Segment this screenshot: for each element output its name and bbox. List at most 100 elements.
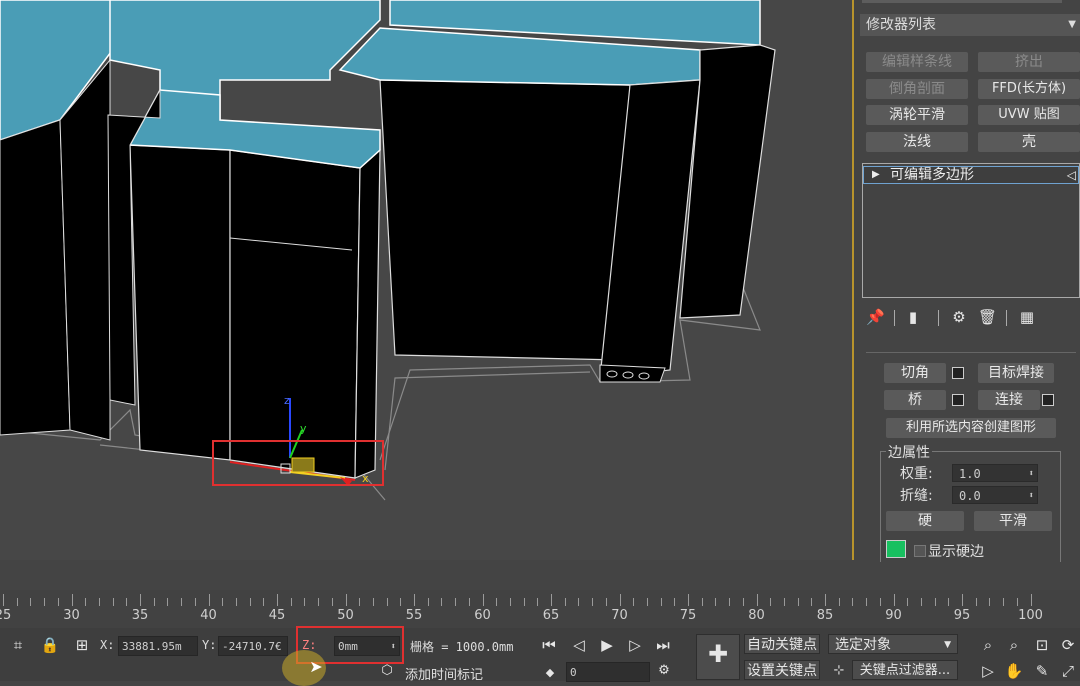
edit-spline-button[interactable]: 编辑样条线 — [866, 52, 968, 72]
perspective-viewport[interactable]: z y x — [0, 0, 854, 560]
weight-spinner[interactable]: 1.0 ⬍ — [952, 464, 1038, 482]
configure-sets-icon[interactable]: ▦ — [1018, 308, 1036, 326]
key-filter-icon[interactable]: ⊹ — [828, 662, 850, 680]
timeline-tick — [633, 598, 635, 606]
selected-object-dropdown[interactable]: 选定对象 ▼ — [828, 634, 958, 654]
hard-button[interactable]: 硬 — [886, 511, 964, 531]
x-coordinate-field[interactable]: 33881.95m — [118, 636, 198, 656]
triangle-left-icon: ◁ — [1066, 168, 1076, 182]
timeline-tick-label: 100 — [1018, 608, 1043, 623]
bevel-profile-button[interactable]: 倒角剖面 — [866, 79, 968, 99]
timeline-tick — [989, 598, 991, 606]
timeline-tick — [797, 598, 799, 606]
timeline-tick — [523, 598, 525, 606]
set-key-button[interactable]: 设置关键点 — [744, 660, 820, 680]
y-label: Y: — [202, 638, 217, 652]
bridge-settings-button[interactable] — [952, 394, 964, 406]
crease-spinner[interactable]: 0.0 ⬍ — [952, 486, 1038, 504]
time-tag-icon[interactable]: ⬡ — [378, 662, 396, 680]
lock-icon[interactable]: 🔒 — [40, 636, 60, 654]
go-to-start-icon[interactable]: ⏮ — [538, 636, 560, 654]
timeline-tick — [290, 598, 292, 606]
expand-arrow-icon[interactable]: ▶ — [872, 167, 880, 183]
maximize-viewport-icon[interactable]: ⤢ — [1058, 662, 1078, 680]
connect-button[interactable]: 连接 — [978, 390, 1040, 410]
go-to-end-icon[interactable]: ⏭ — [652, 636, 674, 654]
gizmo-z-label: z — [284, 394, 290, 407]
modifier-stack[interactable]: ▶ 可编辑多边形 ◁ — [862, 163, 1080, 298]
set-key-big-button[interactable]: ✚ — [696, 634, 740, 680]
modifier-list-dropdown[interactable]: 修改器列表 ▼ — [860, 14, 1080, 36]
target-weld-button[interactable]: 目标焊接 — [978, 363, 1054, 383]
pan-hand-icon[interactable]: ✋ — [1004, 662, 1024, 680]
hard-edge-color-swatch[interactable] — [886, 540, 906, 558]
timeline-tick-label: 70 — [611, 608, 628, 623]
create-shape-button[interactable]: 利用所选内容创建图形 — [886, 418, 1056, 438]
timeline-tick — [140, 594, 141, 606]
play-icon[interactable]: ▶ — [596, 636, 618, 654]
shell-button[interactable]: 壳 — [978, 132, 1080, 152]
smooth-button[interactable]: 平滑 — [974, 511, 1052, 531]
y-coordinate-field[interactable]: -24710.7€ — [218, 636, 288, 656]
bridge-button[interactable]: 桥 — [884, 390, 946, 410]
uvw-map-button[interactable]: UVW 贴图 — [978, 105, 1080, 125]
weight-value: 1.0 — [959, 467, 981, 481]
make-unique-icon[interactable]: ⚙ — [950, 308, 968, 326]
zoom-all-icon[interactable]: ⌕ — [1004, 636, 1024, 654]
previous-frame-icon[interactable]: ◁ — [568, 636, 590, 654]
timeline-tick — [948, 598, 950, 606]
timeline-tick — [838, 598, 840, 606]
building-top-center — [109, 0, 381, 121]
turbosmooth-button[interactable]: 涡轮平滑 — [866, 105, 968, 125]
crease-value: 0.0 — [959, 489, 981, 503]
timeline-tick-label: 40 — [200, 608, 217, 623]
timeline-tick — [30, 598, 32, 606]
ffd-box-button[interactable]: FFD(长方体) — [978, 79, 1080, 99]
spinner-arrows-icon[interactable]: ⬍ — [1029, 465, 1034, 483]
normal-button[interactable]: 法线 — [866, 132, 968, 152]
time-config-icon[interactable]: ⚙ — [654, 662, 674, 680]
orbit-icon[interactable]: ⟳ — [1058, 636, 1078, 654]
stack-item-label: 可编辑多边形 — [890, 167, 974, 183]
timeline-tick-label: 85 — [816, 608, 834, 623]
walkthrough-icon[interactable]: ✎ — [1032, 662, 1052, 680]
timeline-tick — [16, 598, 18, 606]
timeline-tick — [345, 594, 347, 606]
pin-stack-icon[interactable]: 📌 — [866, 308, 885, 326]
spinner-arrows-icon[interactable]: ⬍ — [1029, 487, 1034, 505]
chamfer-button[interactable]: 切角 — [884, 363, 946, 383]
zoom-extents-icon[interactable]: ⊡ — [1032, 636, 1052, 654]
key-mode-icon[interactable]: ◆ — [540, 664, 560, 682]
connect-settings-button[interactable] — [1042, 394, 1054, 406]
next-frame-icon[interactable]: ▷ — [624, 636, 646, 654]
current-frame-field[interactable]: 0 — [566, 662, 650, 682]
timeline-tick — [181, 598, 183, 606]
extrude-button[interactable]: 挤出 — [978, 52, 1080, 72]
weight-label: 权重: — [900, 466, 933, 482]
timeline-tick — [126, 598, 128, 606]
building-wall-left — [0, 119, 71, 436]
zoom-icon[interactable]: ⌕ — [978, 636, 998, 654]
chevron-down-icon: ▼ — [944, 640, 951, 650]
show-end-result-icon[interactable]: ▮ — [904, 308, 922, 326]
key-filters-button[interactable]: 关键点过滤器... — [852, 660, 958, 680]
field-of-view-icon[interactable]: ▷ — [978, 662, 998, 680]
timeline-tick-label: 60 — [474, 608, 491, 623]
remove-modifier-icon[interactable]: 🗑 — [978, 308, 997, 326]
show-hard-edges-checkbox[interactable] — [914, 545, 926, 557]
timeline-tick — [85, 598, 87, 606]
timeline-tick — [578, 598, 580, 606]
timeline-tick — [331, 598, 333, 606]
timeline-tick — [1030, 594, 1032, 606]
isolate-selection-icon[interactable]: ⌗ — [8, 636, 28, 654]
timeline-ruler[interactable]: 25 30 35 40 45 50 55 60 65 70 75 80 85 90 95 100 — [0, 590, 1080, 628]
stack-item-editable-poly[interactable]: ▶ 可编辑多边形 ◁ — [863, 166, 1079, 184]
add-time-tag[interactable]: 添加时间标记 — [405, 664, 483, 683]
timeline-tick — [468, 598, 470, 606]
status-bar: ⌗ 🔒 ⊞ X: 33881.95m Y: -24710.7€ Z: 0mm ⬍… — [0, 626, 1080, 686]
chamfer-settings-button[interactable] — [952, 367, 964, 379]
timeline-tick — [605, 598, 607, 606]
timeline-tick-label: 50 — [337, 608, 354, 623]
auto-key-button[interactable]: 自动关键点 — [744, 634, 820, 654]
absolute-mode-icon[interactable]: ⊞ — [72, 636, 92, 654]
